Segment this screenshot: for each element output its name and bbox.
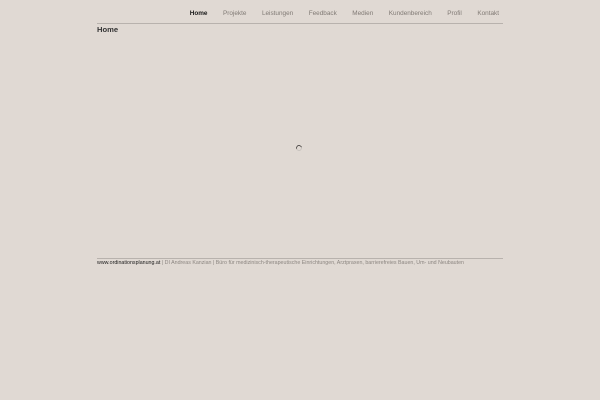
nav-item-feedback[interactable]: Feedback [309,10,337,18]
nav-item-home[interactable]: Home [190,10,208,18]
page: Home Projekte Leistungen Feedback Medien… [0,0,600,400]
nav-item-medien[interactable]: Medien [352,10,373,18]
nav-item-projekte[interactable]: Projekte [223,10,246,18]
footer-text: DI Andreas Kanzian | Büro für medizinisc… [164,260,464,266]
main-navigation: Home Projekte Leistungen Feedback Medien… [97,0,503,24]
nav-item-kontakt[interactable]: Kontakt [477,10,499,18]
nav-item-leistungen[interactable]: Leistungen [262,10,293,18]
spinner-icon [294,143,304,153]
page-title: Home [97,25,119,34]
footer: www.ordinationsplanung.at | DI Andreas K… [97,258,503,267]
footer-site-link[interactable]: www.ordinationsplanung.at [97,260,160,266]
nav-item-profil[interactable]: Profil [447,10,462,18]
nav-list: Home Projekte Leistungen Feedback Medien… [174,10,499,18]
nav-item-kundenbereich[interactable]: Kundenbereich [389,10,432,18]
